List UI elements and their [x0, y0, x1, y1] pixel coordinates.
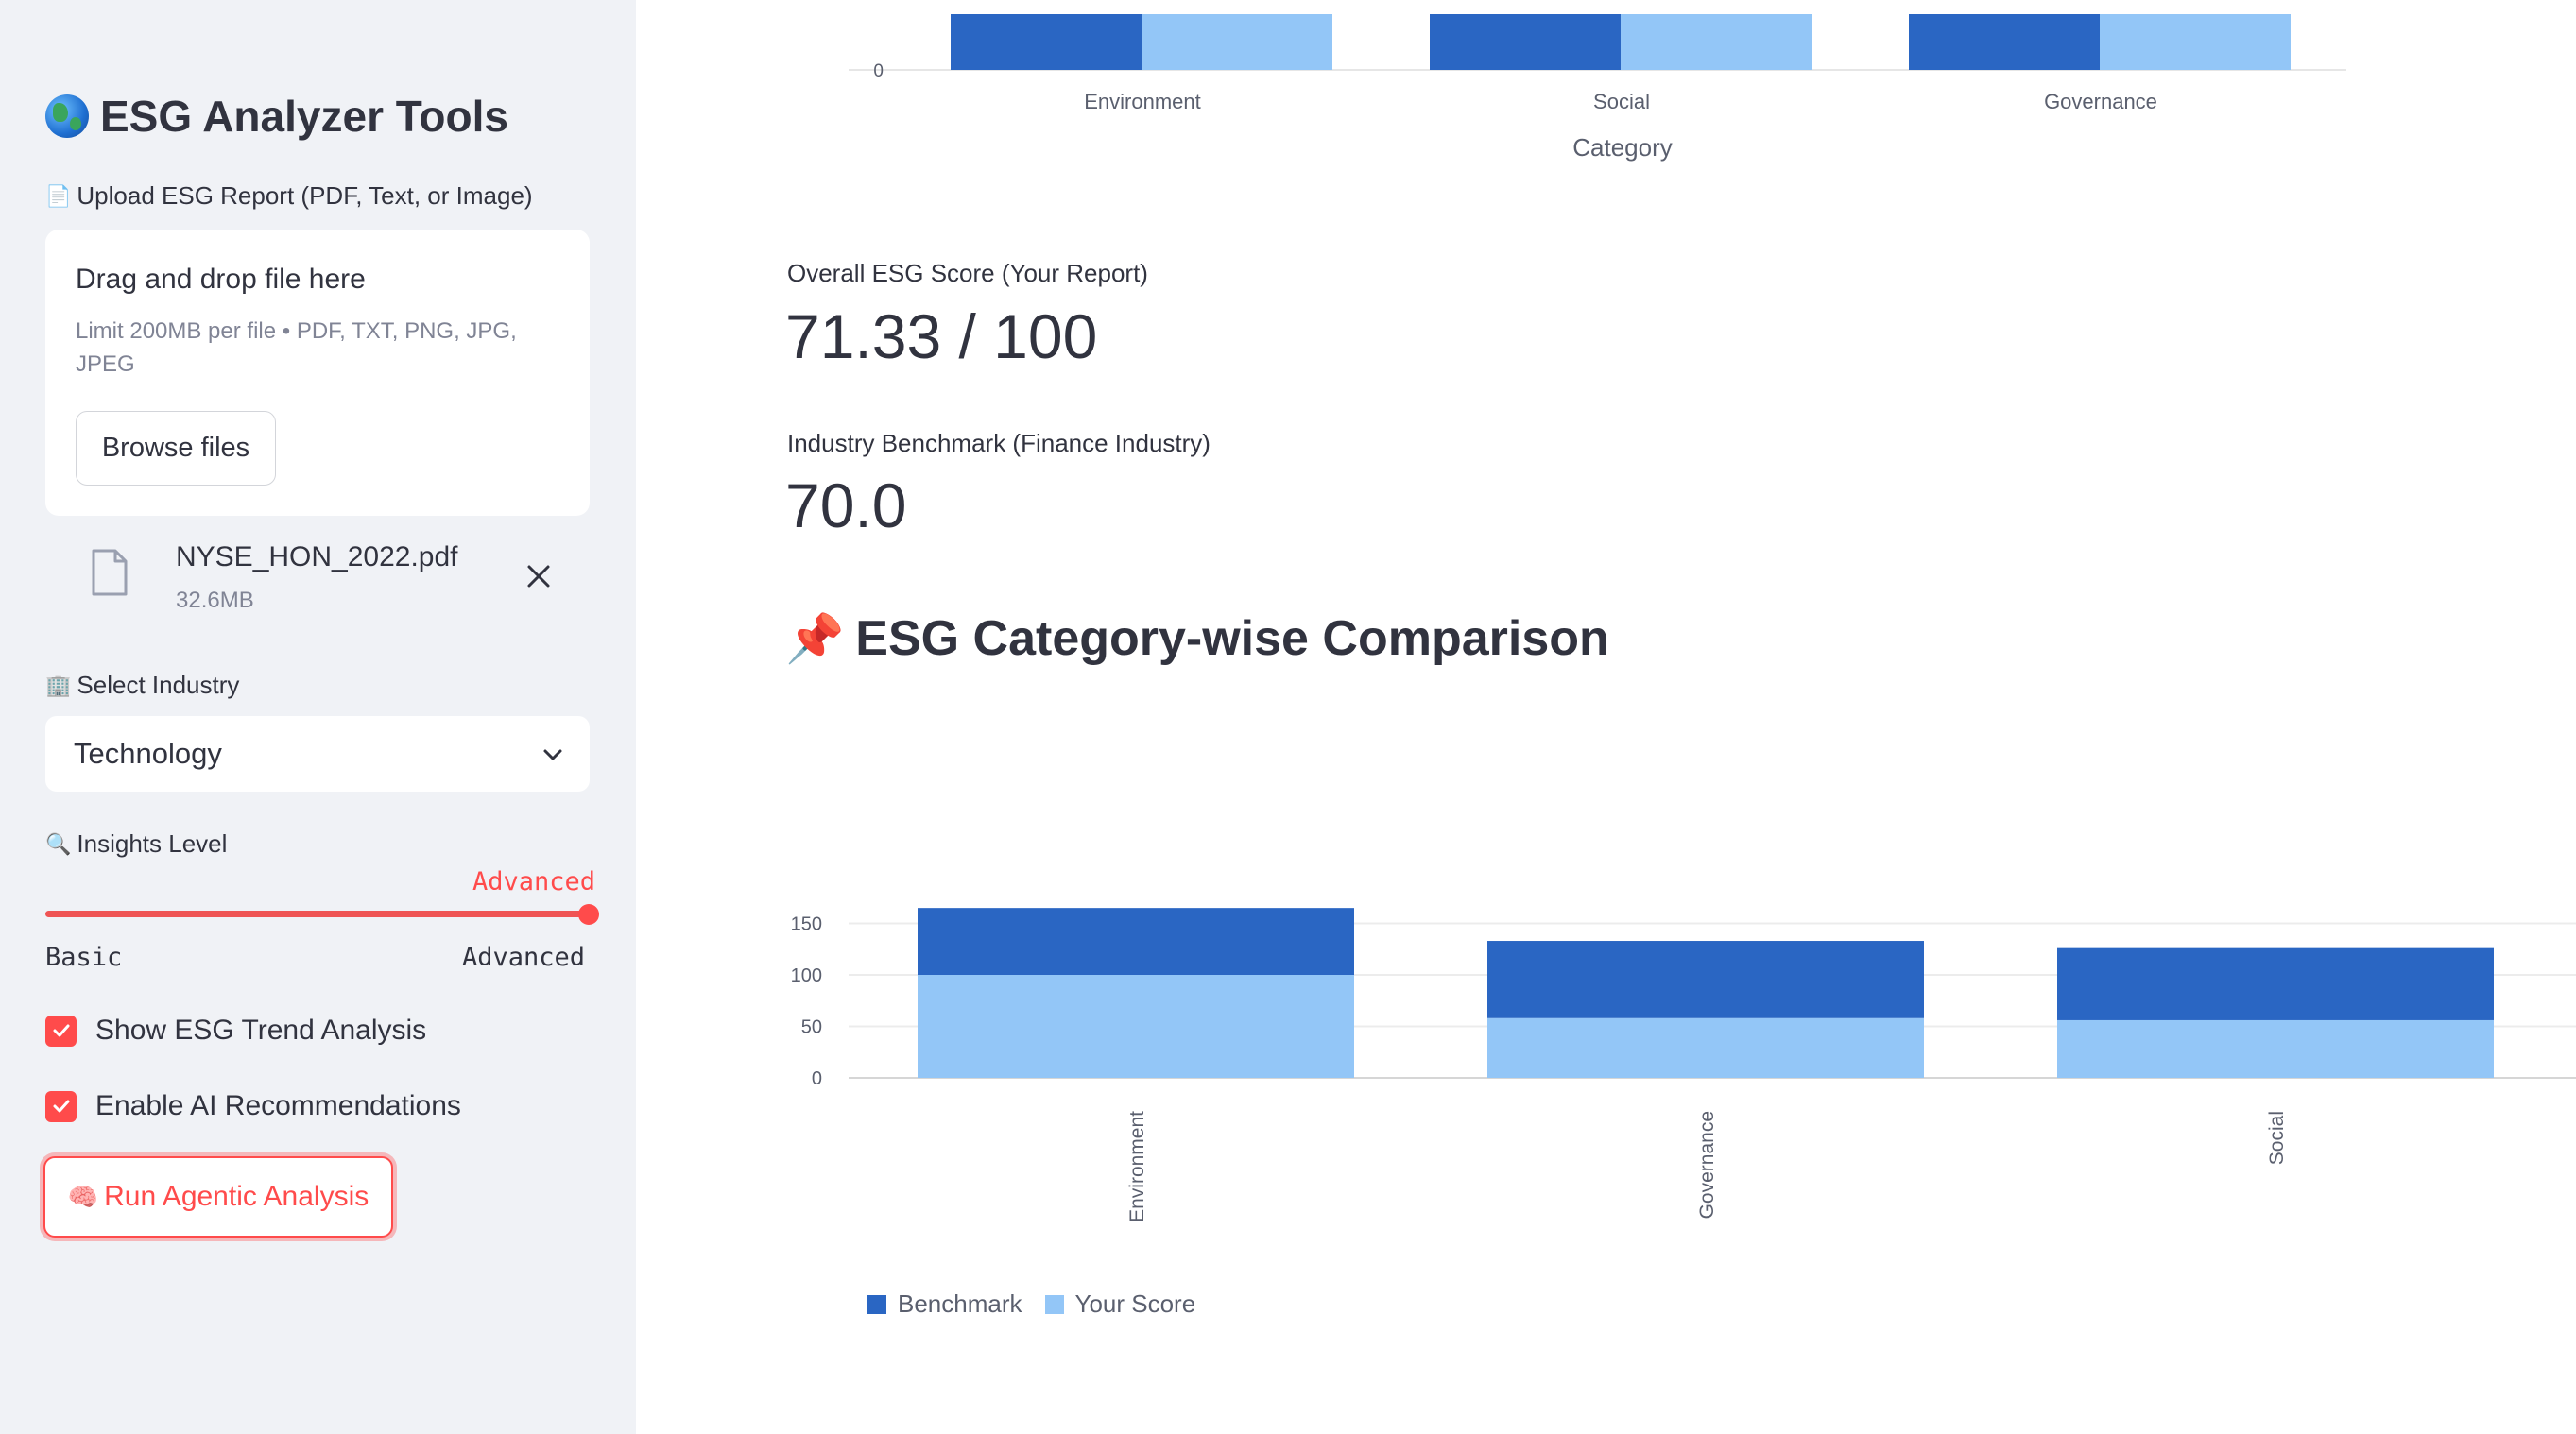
- benchmark-value: 70.0: [785, 470, 907, 540]
- y-tick-label: 150: [791, 914, 822, 935]
- brain-icon: 🧠: [67, 1182, 99, 1211]
- checkbox-checked-icon[interactable]: [45, 1015, 77, 1047]
- file-dropzone[interactable]: Drag and drop file here Limit 200MB per …: [45, 230, 590, 516]
- overall-score-value: 71.33 / 100: [785, 301, 1098, 371]
- x-tick-label: Governance: [2044, 90, 2157, 113]
- x-tick-label: Social: [1593, 90, 1650, 113]
- page-icon: 📄: [45, 183, 72, 208]
- bar-your-score-governance: [1487, 1017, 1924, 1078]
- close-icon[interactable]: [523, 560, 555, 592]
- legend-item-benchmark[interactable]: Benchmark: [867, 1289, 1022, 1319]
- bar-benchmark-environment: [918, 908, 1354, 975]
- bar-benchmark-social: [1430, 14, 1621, 70]
- chart-legend: Benchmark Your Score: [867, 1289, 1195, 1319]
- chevron-down-icon: [543, 749, 562, 760]
- run-agentic-analysis-button[interactable]: 🧠 Run Agentic Analysis: [43, 1156, 393, 1238]
- insights-label-text: Insights Level: [77, 829, 228, 858]
- browse-files-button[interactable]: Browse files: [76, 411, 276, 486]
- bar-benchmark-social: [2057, 947, 2494, 1020]
- insights-slider-max: Advanced: [462, 943, 586, 972]
- sidebar-title: ESG Analyzer Tools: [45, 91, 508, 142]
- upload-label-text: Upload ESG Report (PDF, Text, or Image): [77, 181, 533, 210]
- ai-recommendations-checkbox[interactable]: Enable AI Recommendations: [45, 1090, 461, 1122]
- trend-analysis-label: Show ESG Trend Analysis: [95, 1015, 427, 1046]
- uploaded-file-name: NYSE_HON_2022.pdf: [176, 541, 458, 572]
- sidebar: ESG Analyzer Tools 📄 Upload ESG Report (…: [0, 0, 636, 1434]
- bar-your-score-environment: [1142, 14, 1332, 70]
- uploaded-file-size: 32.6MB: [176, 588, 254, 613]
- section-title-text: ESG Category-wise Comparison: [855, 611, 1609, 666]
- building-icon: 🏢: [45, 673, 72, 697]
- industry-label-text: Select Industry: [77, 671, 240, 699]
- bar-benchmark-governance: [1487, 941, 1924, 1018]
- y-tick-label: 0: [873, 61, 884, 81]
- industry-label: 🏢 Select Industry: [45, 671, 239, 700]
- category-comparison-chart: 0 50 100 150 Environment Governance Social: [791, 908, 2576, 1222]
- legend-swatch-benchmark: [867, 1294, 886, 1314]
- file-icon: [92, 549, 128, 596]
- y-tick-label: 100: [791, 965, 822, 986]
- bar-your-score-governance: [2100, 14, 2291, 70]
- insights-label: 🔍 Insights Level: [45, 829, 227, 859]
- bar-your-score-social: [1621, 14, 1812, 70]
- magnifier-icon: 🔍: [45, 831, 72, 856]
- legend-label-your-score: Your Score: [1074, 1289, 1196, 1318]
- pushpin-icon: 📌: [785, 611, 845, 665]
- dropzone-title: Drag and drop file here: [76, 264, 366, 295]
- x-axis-title: Category: [1572, 133, 1673, 162]
- x-tick-label: Environment: [1084, 90, 1201, 113]
- globe-icon: [45, 94, 89, 138]
- industry-select[interactable]: Technology: [45, 716, 590, 792]
- ai-recommendations-label: Enable AI Recommendations: [95, 1090, 461, 1121]
- insights-slider-min: Basic: [45, 943, 123, 972]
- y-tick-label: 0: [812, 1068, 822, 1089]
- main-content: 0 Environment Social Governance Category Ove…: [636, 0, 2576, 1434]
- bar-your-score-environment: [918, 975, 1354, 1078]
- sidebar-title-text: ESG Analyzer Tools: [100, 92, 508, 141]
- legend-label-benchmark: Benchmark: [898, 1289, 1022, 1318]
- trend-analysis-checkbox[interactable]: Show ESG Trend Analysis: [45, 1015, 426, 1047]
- x-tick-label: Governance: [1696, 1111, 1718, 1219]
- dropzone-hint: Limit 200MB per file • PDF, TXT, PNG, JP…: [76, 318, 517, 377]
- category-bar-chart-top: 0 Environment Social Governance Category: [849, 14, 2346, 162]
- bar-benchmark-environment: [951, 14, 1142, 70]
- overall-score-label: Overall ESG Score (Your Report): [787, 259, 1148, 287]
- benchmark-label: Industry Benchmark (Finance Industry): [787, 429, 1211, 457]
- bar-benchmark-governance: [1909, 14, 2100, 70]
- x-tick-label: Social: [2266, 1111, 2288, 1165]
- bar-your-score-social: [2057, 1019, 2494, 1078]
- insights-slider-track[interactable]: [45, 911, 590, 917]
- run-button-label: Run Agentic Analysis: [104, 1181, 369, 1212]
- section-title: 📌 ESG Category-wise Comparison: [785, 610, 1609, 667]
- checkbox-checked-icon[interactable]: [45, 1090, 77, 1122]
- legend-swatch-your-score: [1044, 1294, 1064, 1314]
- legend-item-your-score[interactable]: Your Score: [1044, 1289, 1196, 1319]
- insights-slider-value: Advanced: [472, 867, 596, 896]
- upload-label: 📄 Upload ESG Report (PDF, Text, or Image…: [45, 181, 533, 211]
- x-tick-label: Environment: [1126, 1111, 1148, 1222]
- insights-slider-thumb[interactable]: [578, 904, 599, 925]
- y-tick-label: 50: [801, 1017, 822, 1038]
- industry-select-value: Technology: [74, 737, 222, 770]
